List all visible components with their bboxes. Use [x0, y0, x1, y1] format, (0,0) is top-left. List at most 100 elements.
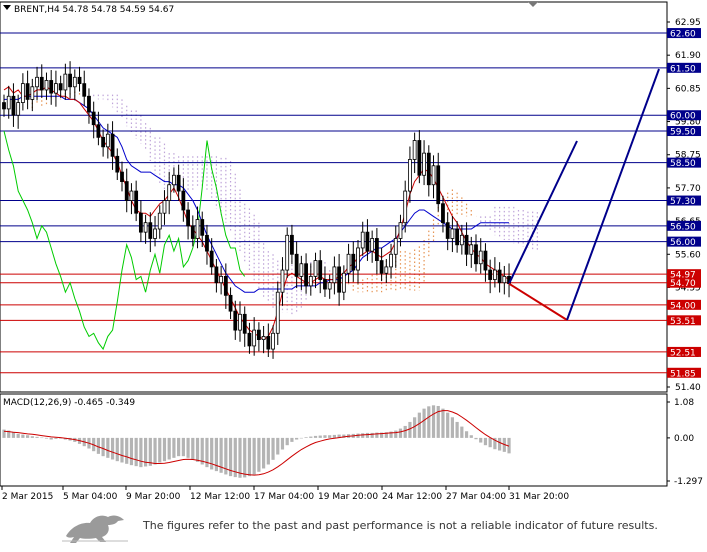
macd-bar — [54, 437, 58, 439]
y-tick-label: 62.95 — [675, 18, 701, 28]
candle-body — [327, 282, 332, 290]
macd-bar — [191, 437, 195, 460]
disclaimer-text: The figures refer to the past and past p… — [143, 519, 658, 532]
macd-bar — [186, 437, 190, 458]
macd-bar — [21, 434, 25, 438]
macd-bar — [262, 437, 266, 469]
x-tick-label: 31 Mar 20:00 — [509, 492, 569, 502]
candle-body — [176, 174, 181, 192]
macd-bar — [11, 431, 16, 438]
candle-body — [228, 294, 233, 312]
candle-body — [120, 171, 124, 182]
candle-body — [101, 136, 106, 148]
candle-body — [426, 152, 431, 186]
candle-body — [11, 95, 16, 116]
candle-body — [459, 234, 464, 246]
candle-body — [2, 102, 6, 110]
candle-body — [110, 133, 115, 157]
candle-body — [389, 253, 393, 268]
macd-bar — [153, 437, 157, 465]
macd-bar — [464, 431, 469, 438]
candle-body — [54, 83, 58, 94]
macd-bar — [252, 437, 256, 475]
macd-bar — [446, 412, 450, 438]
macd-bar — [110, 437, 115, 460]
level-tag-label: 59.50 — [670, 128, 696, 138]
candle-body — [341, 272, 346, 293]
candle-body — [417, 140, 422, 176]
macd-y-tick-label: 1.08 — [674, 398, 694, 408]
candle-body — [445, 222, 450, 239]
candle-body — [247, 332, 252, 347]
macd-bar — [436, 405, 440, 438]
candle-body — [337, 266, 342, 293]
macd-bar — [361, 433, 365, 438]
candle-body — [422, 152, 426, 176]
candle-body — [49, 80, 54, 94]
y-tick-label: 55.60 — [675, 250, 701, 260]
candle-body — [403, 190, 408, 224]
macd-bar — [304, 437, 308, 438]
level-tag-label: 62.60 — [670, 30, 696, 40]
macd-bar — [394, 430, 398, 438]
candle-body — [162, 200, 167, 214]
macd-bar — [441, 408, 445, 438]
candle-body — [455, 228, 460, 246]
macd-bar — [427, 406, 431, 438]
candle-body — [190, 225, 195, 239]
candle-body — [153, 228, 157, 239]
level-tag-label: 54.70 — [670, 279, 696, 289]
candle-body — [115, 155, 120, 173]
macd-bar — [431, 405, 436, 438]
macd-bar — [120, 437, 124, 463]
macd-bar — [96, 437, 100, 454]
macd-bar — [266, 437, 270, 465]
macd-bar — [49, 437, 53, 440]
candle-body — [219, 275, 224, 284]
macd-bar — [332, 434, 336, 438]
candle-body — [280, 269, 285, 293]
macd-bar — [290, 437, 294, 442]
candle-body — [63, 73, 68, 91]
candle-body — [393, 238, 398, 255]
level-tag-label: 60.00 — [670, 112, 696, 122]
macd-bar — [483, 437, 488, 446]
candle-body — [148, 222, 153, 239]
macd-bar — [318, 435, 322, 438]
candle-body — [356, 247, 360, 271]
candle-body — [275, 291, 280, 334]
macd-bar — [328, 435, 332, 438]
candle-body — [238, 313, 242, 331]
candle-body — [360, 231, 365, 249]
candle-body — [285, 234, 290, 271]
macd-bar — [285, 437, 289, 446]
candle-body — [318, 260, 323, 280]
candle-body — [266, 336, 271, 350]
symbol-header: BRENT,H4 54.78 54.78 54.59 54.67 — [14, 5, 174, 15]
macd-bar — [26, 435, 30, 438]
macd-bar — [408, 421, 412, 438]
candle-body — [172, 174, 176, 186]
candle-body — [261, 336, 266, 340]
candle-body — [205, 234, 209, 252]
macd-bar — [172, 437, 176, 458]
candle-body — [308, 275, 313, 287]
candle-body — [332, 266, 337, 284]
candle-body — [200, 219, 205, 236]
macd-bar — [195, 437, 200, 462]
x-tick-label: 9 Mar 20:00 — [126, 492, 181, 502]
macd-bar — [101, 437, 105, 457]
candle-body — [134, 190, 139, 214]
candle-body — [346, 253, 351, 274]
macd-header: MACD(12,26,9) -0.465 -0.349 — [3, 398, 135, 408]
candle-body — [379, 260, 384, 274]
macd-bar — [125, 437, 129, 464]
level-tag-label: 51.85 — [670, 369, 696, 379]
candle-body — [68, 73, 72, 88]
candle-body — [488, 269, 493, 280]
macd-bar — [158, 437, 162, 463]
macd-bar — [44, 437, 49, 439]
candle-body — [374, 238, 379, 261]
macd-bar — [238, 437, 242, 478]
candle-body — [497, 269, 502, 284]
